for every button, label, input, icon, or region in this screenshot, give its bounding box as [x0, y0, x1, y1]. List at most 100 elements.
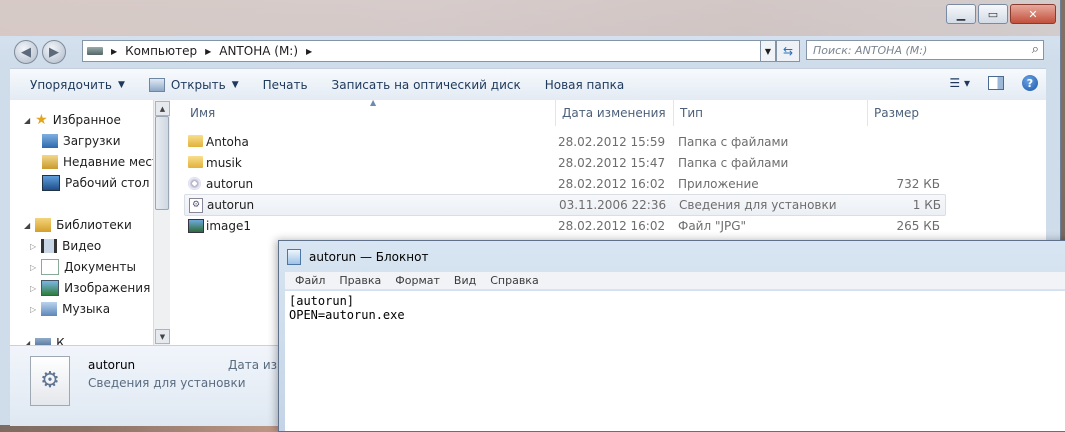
nav-recent-label: Недавние места [63, 155, 167, 169]
search-placeholder: Поиск: ANTOHA (M:) [813, 43, 928, 57]
file-type: Папка с файлами [678, 156, 789, 170]
preview-pane-icon[interactable] [988, 76, 1004, 90]
column-header-type[interactable]: Тип [674, 100, 868, 126]
nav-desktop[interactable]: Рабочий стол [42, 173, 149, 193]
nav-pictures-label: Изображения [64, 281, 151, 295]
file-date: 28.02.2012 15:59 [558, 135, 666, 149]
file-name: Antoha [206, 135, 249, 149]
refresh-button[interactable]: ⇆ [776, 40, 800, 62]
pictures-library-icon [41, 280, 60, 296]
breadcrumb-computer[interactable]: Компьютер [125, 44, 197, 58]
notepad-title-bar: autorun — Блокнот [287, 249, 428, 265]
desktop-icon [42, 175, 60, 191]
column-header-size[interactable]: Размер [868, 100, 946, 126]
navigation-scrollbar[interactable]: ▲ ▼ [153, 100, 170, 345]
menu-file[interactable]: Файл [295, 274, 325, 287]
notepad-menu-bar: Файл Правка Формат Вид Справка [285, 272, 1065, 290]
nav-recent[interactable]: Недавние места [42, 152, 166, 172]
new-folder-button[interactable]: Новая папка [533, 78, 636, 92]
address-row: ◀ ▶ ▶ Компьютер ▶ ANTOHA (M:) ▶ ▼ ⇆ Поис… [0, 38, 1060, 66]
search-icon: ⌕ [1031, 42, 1039, 57]
folder-icon [188, 156, 203, 168]
menu-view[interactable]: Вид [454, 274, 476, 287]
scroll-thumb[interactable] [155, 116, 169, 210]
nav-downloads-label: Загрузки [63, 134, 121, 148]
print-button[interactable]: Печать [251, 78, 320, 92]
table-row[interactable]: musik 28.02.2012 15:47 Папка с файлами [184, 153, 944, 173]
star-icon: ★ [35, 112, 48, 128]
breadcrumb-drive[interactable]: ANTOHA (M:) [219, 44, 298, 58]
menu-edit[interactable]: Правка [339, 274, 381, 287]
drive-icon [87, 47, 103, 55]
details-file-type: Сведения для установки [88, 376, 246, 390]
text-line: OPEN=autorun.exe [289, 308, 405, 322]
close-button[interactable]: ✕ [1010, 4, 1056, 24]
table-row[interactable]: autorun 28.02.2012 16:02 Приложение 732 … [184, 174, 944, 194]
column-header-name-label: Имя [190, 106, 216, 120]
file-type: Папка с файлами [678, 135, 789, 149]
breadcrumb-separator-icon: ▶ [205, 46, 212, 56]
navigation-pane: ◢ ★ Избранное Загрузки Недавние места Ра… [10, 100, 166, 348]
nav-libraries-label: Библиотеки [56, 218, 132, 232]
organize-label: Упорядочить [30, 78, 112, 92]
address-history-dropdown[interactable]: ▼ [760, 40, 776, 62]
scroll-up-button[interactable]: ▲ [155, 101, 170, 116]
folder-icon [188, 135, 203, 147]
window-controls: ▁ ▭ ✕ [946, 4, 1056, 24]
notepad-window: autorun — Блокнот Файл Правка Формат Вид… [278, 240, 1065, 432]
notepad-text-area[interactable]: [autorun] OPEN=autorun.exe [285, 291, 1065, 431]
table-row[interactable]: Antoha 28.02.2012 15:59 Папка с файлами [184, 132, 944, 152]
scroll-down-button[interactable]: ▼ [155, 329, 170, 344]
file-date: 03.11.2006 22:36 [559, 198, 667, 212]
music-library-icon [41, 302, 58, 316]
table-row[interactable]: image1 28.02.2012 16:02 Файл "JPG" 265 К… [184, 216, 944, 236]
back-button[interactable]: ◀ [14, 40, 38, 64]
table-row-selected[interactable]: ⚙ autorun 03.11.2006 22:36 Сведения для … [184, 194, 946, 216]
nav-video-label: Видео [62, 239, 102, 253]
nav-video[interactable]: ▷ Видео [30, 236, 101, 256]
expand-arrow-icon: ▷ [30, 283, 37, 293]
expand-arrow-icon: ▷ [30, 262, 37, 272]
nav-music-label: Музыка [62, 302, 111, 316]
nav-pictures[interactable]: ▷ Изображения [30, 278, 150, 298]
details-file-name: autorun [88, 358, 136, 372]
organize-button[interactable]: Упорядочить ▼ [10, 78, 137, 92]
nav-downloads[interactable]: Загрузки [42, 131, 121, 151]
new-folder-label: Новая папка [544, 78, 625, 92]
menu-help[interactable]: Справка [490, 274, 538, 287]
print-label: Печать [262, 78, 308, 92]
breadcrumb-separator-icon: ▶ [306, 46, 313, 56]
file-type: Сведения для установки [679, 198, 837, 212]
column-header-name[interactable]: Имя [170, 100, 556, 126]
expand-arrow-icon: ▷ [30, 304, 37, 314]
minimize-button[interactable]: ▁ [946, 4, 976, 24]
nav-desktop-label: Рабочий стол [65, 176, 150, 190]
expand-arrow-icon: ◢ [24, 220, 31, 230]
nav-favorites[interactable]: ◢ ★ Избранное [24, 110, 121, 130]
open-button[interactable]: Открыть ▼ [137, 78, 251, 92]
forward-button[interactable]: ▶ [42, 40, 66, 64]
file-size: 732 КБ [896, 177, 940, 191]
nav-libraries[interactable]: ◢ Библиотеки [24, 215, 132, 235]
burn-disc-label: Записать на оптический диск [331, 78, 521, 92]
nav-music[interactable]: ▷ Музыка [30, 299, 110, 319]
notepad-title: autorun — Блокнот [309, 250, 429, 264]
maximize-button[interactable]: ▭ [978, 4, 1008, 24]
command-bar: Упорядочить ▼ Открыть ▼ Печать Записать … [10, 68, 1046, 102]
menu-format[interactable]: Формат [395, 274, 440, 287]
breadcrumb-separator-icon: ▶ [111, 46, 118, 56]
address-bar[interactable]: ▶ Компьютер ▶ ANTOHA (M:) ▶ [82, 40, 768, 62]
search-input[interactable]: Поиск: ANTOHA (M:) ⌕ [806, 40, 1044, 60]
file-name: autorun [207, 198, 255, 212]
view-options-icon[interactable]: ☰ ▾ [949, 76, 970, 90]
open-label: Открыть [170, 78, 226, 92]
expand-arrow-icon: ▷ [30, 241, 37, 251]
column-header-date[interactable]: Дата изменения [556, 100, 674, 126]
nav-documents[interactable]: ▷ Документы [30, 257, 136, 277]
burn-disc-button[interactable]: Записать на оптический диск [320, 78, 533, 92]
column-header-size-label: Размер [874, 106, 920, 120]
window-title-bar [0, 0, 1060, 36]
help-icon[interactable]: ? [1022, 75, 1038, 91]
nav-favorites-label: Избранное [52, 113, 121, 127]
file-size: 265 КБ [896, 219, 940, 233]
